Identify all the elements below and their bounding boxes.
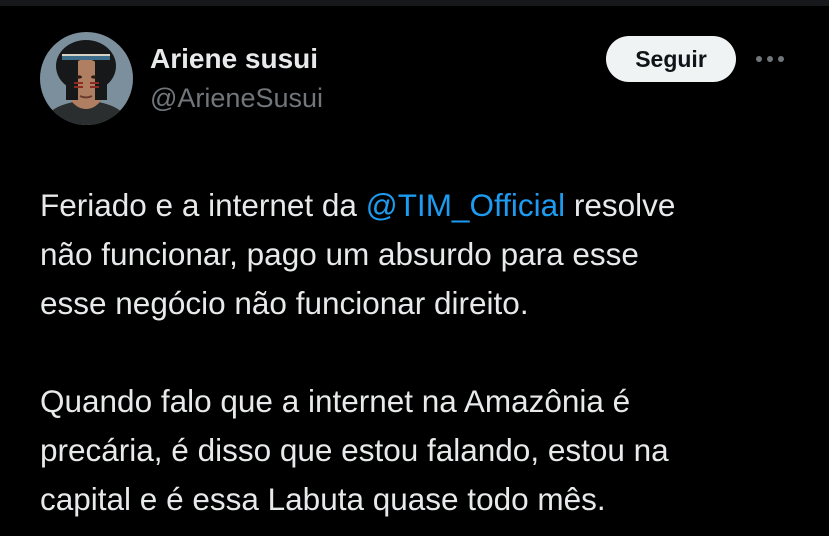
avatar-image [40, 32, 133, 125]
tweet-text: Feriado e a internet da @TIM_Official re… [40, 181, 800, 524]
tweet-text-line: Quando falo que a internet na Amazônia é [40, 383, 631, 419]
avatar[interactable] [40, 32, 133, 125]
tweet-text-line: capital e é essa Labuta quase todo mês. [40, 481, 606, 517]
mention-link[interactable]: @TIM_Official [366, 187, 565, 223]
tweet-paragraph: Quando falo que a internet na Amazônia é… [40, 377, 800, 524]
top-divider [0, 0, 829, 6]
tweet-text-segment: resolve [565, 187, 676, 223]
author-handle[interactable]: @ArieneSusui [150, 83, 323, 114]
follow-button[interactable]: Seguir [606, 36, 736, 82]
author-display-name[interactable]: Ariene susui [150, 43, 318, 75]
tweet-text-line: precária, é disso que estou falando, est… [40, 432, 669, 468]
more-horizontal-icon[interactable] [750, 46, 790, 72]
tweet-text-line: não funcionar, pago um absurdo para esse [40, 236, 639, 272]
tweet-text-line: esse negócio não funcionar direito. [40, 285, 529, 321]
tweet-text-segment: Feriado e a internet da [40, 187, 366, 223]
tweet-paragraph: Feriado e a internet da @TIM_Official re… [40, 181, 800, 328]
